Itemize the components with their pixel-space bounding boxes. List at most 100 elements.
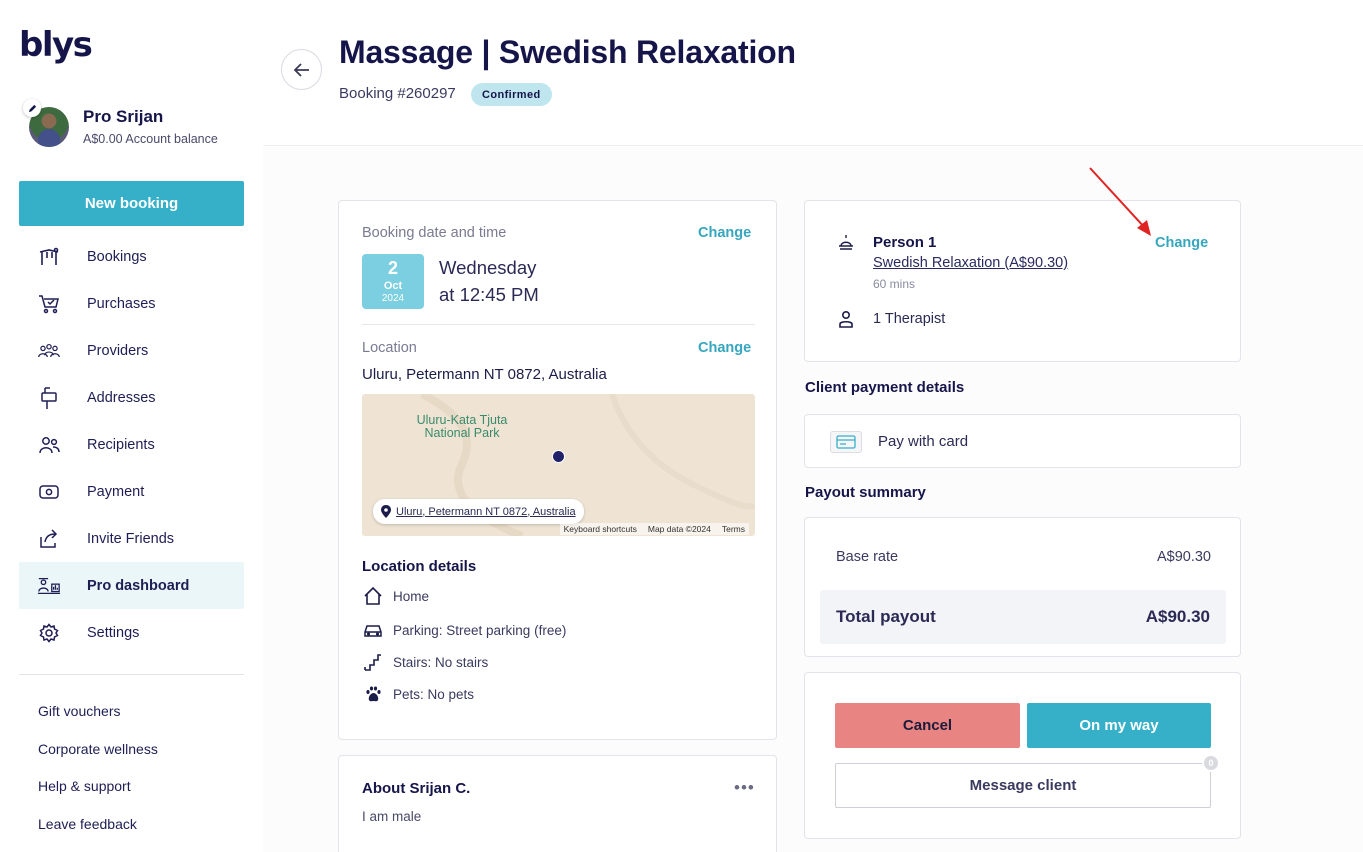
profile-summary[interactable]: Pro Srijan A$0.00 Account balance [23,99,259,153]
therapist-count: 1 Therapist [873,311,946,327]
location-detail-text: Home [393,588,430,604]
massage-bell-icon [839,235,853,250]
total-payout-row: Total payout A$90.30 [820,590,1226,644]
back-button[interactable] [281,49,322,90]
map-address-chip[interactable]: Uluru, Petermann NT 0872, Australia [373,499,584,524]
change-location-link[interactable]: Change [698,340,751,356]
location-detail-pets: Pets: No pets [362,683,474,705]
sidebar-item-invite-friends[interactable]: Invite Friends [19,515,244,562]
total-payout-value: A$90.30 [1145,607,1210,626]
bookings-icon [37,245,61,269]
date-badge: 2 Oct 2024 [362,254,424,309]
sidebar-item-settings[interactable]: Settings [19,609,244,656]
link-gift-vouchers[interactable]: Gift vouchers [38,692,158,730]
sidebar-item-purchases[interactable]: Purchases [19,280,244,327]
link-corporate-wellness[interactable]: Corporate wellness [38,730,158,768]
total-payout-label: Total payout [836,607,936,626]
map-pin-icon [381,505,391,518]
providers-icon [37,339,61,363]
sidebar-item-label: Pro dashboard [87,577,190,594]
sidebar-item-label: Settings [87,624,140,641]
link-help-support[interactable]: Help & support [38,767,158,805]
sidebar-item-label: Recipients [87,436,155,453]
more-dots-icon[interactable]: ••• [734,778,755,798]
blys-logo[interactable]: blys [19,28,93,62]
sidebar-item-label: Providers [87,342,149,359]
map-terms[interactable]: Terms [722,524,745,534]
sidebar-item-label: Purchases [87,295,156,312]
cancel-button[interactable]: Cancel [835,703,1020,748]
date-year: 2024 [381,293,405,304]
booking-time: at 12:45 PM [439,284,539,305]
sidebar: blys Pro Srijan A$0.00 Account balance N… [0,0,263,852]
sidebar-item-bookings[interactable]: Bookings [19,233,244,280]
booking-weekday: Wednesday [439,257,537,278]
change-datetime-link[interactable]: Change [698,225,751,241]
base-rate-value: A$90.30 [1156,549,1211,565]
sidebar-item-recipients[interactable]: Recipients [19,421,244,468]
service-name-link[interactable]: Swedish Relaxation (A$90.30) [873,255,1068,271]
location-detail-stairs: Stairs: No stairs [362,651,488,673]
date-day: 2 [387,258,398,278]
location-map[interactable]: Uluru-Kata Tjuta National Park Uluru, Pe… [362,394,755,536]
service-person: Person 1 [873,234,937,251]
account-balance: A$0.00 Account balance [83,132,218,146]
location-detail-home: Home [362,585,429,607]
location-address: Uluru, Petermann NT 0872, Australia [362,366,607,383]
pro-dashboard-icon [37,574,61,598]
payment-method-card: Pay with card [804,414,1241,468]
pencil-icon[interactable] [23,99,41,117]
message-client-button[interactable]: Message client [835,763,1211,808]
client-payment-heading: Client payment details [805,379,965,396]
payout-summary-heading: Payout summary [805,484,926,501]
sidebar-item-pro-dashboard[interactable]: Pro dashboard [19,562,244,609]
sidebar-item-label: Bookings [87,248,147,265]
about-client-card: About Srijan C. ••• I am male [338,755,777,852]
booking-number: Booking #260297 [339,85,456,102]
map-keyboard-shortcuts[interactable]: Keyboard shortcuts [564,524,637,534]
sidebar-item-providers[interactable]: Providers [19,327,244,374]
recipients-icon [37,433,61,457]
booking-actions-card: Cancel On my way Message client 0 [804,672,1241,839]
paw-icon [362,683,384,705]
payment-method-text: Pay with card [878,433,969,450]
on-my-way-button[interactable]: On my way [1027,703,1211,748]
sidebar-item-addresses[interactable]: Addresses [19,374,244,421]
location-detail-text: Pets: No pets [393,686,475,702]
location-label: Location [362,340,417,356]
divider [362,324,755,325]
page-title: Massage | Swedish Relaxation [339,34,796,70]
booking-details-card: Booking date and time Change 2 Oct 2024 … [338,200,777,740]
map-marker[interactable] [552,450,565,463]
booking-datetime-label: Booking date and time [362,225,507,241]
about-title: About Srijan C. [362,780,471,797]
date-month: Oct [383,280,403,292]
payout-summary-card: Base rate A$90.30 Total payout A$90.30 [804,517,1241,657]
about-text: I am male [362,809,422,824]
sidebar-item-label: Addresses [87,389,156,406]
cart-icon [37,292,61,316]
map-park-label: Uluru-Kata Tjuta National Park [416,413,508,440]
base-rate-label: Base rate [836,549,899,565]
arrow-left-icon [293,62,309,77]
link-leave-feedback[interactable]: Leave feedback [38,805,158,843]
map-attribution: Keyboard shortcuts Map data ©2024 Terms [559,523,749,535]
map-data-credit: Map data ©2024 [647,524,711,534]
sidebar-item-label: Invite Friends [87,530,175,547]
gear-icon [37,621,61,645]
change-service-link[interactable]: Change [1155,235,1208,251]
payment-icon [37,480,61,504]
car-icon [362,619,384,641]
location-detail-text: Parking: Street parking (free) [393,622,567,638]
location-detail-parking: Parking: Street parking (free) [362,619,566,641]
service-details-card: Person 1 Swedish Relaxation (A$90.30) 60… [804,200,1241,362]
location-details-title: Location details [362,558,477,575]
profile-name: Pro Srijan [83,107,164,126]
sidebar-item-payment[interactable]: Payment [19,468,244,515]
location-detail-text: Stairs: No stairs [393,654,489,670]
new-booking-button[interactable]: New booking [19,181,244,226]
map-chip-text: Uluru, Petermann NT 0872, Australia [396,505,576,518]
mailbox-icon [37,386,61,410]
stairs-icon [362,651,384,673]
sidebar-divider [19,674,244,675]
